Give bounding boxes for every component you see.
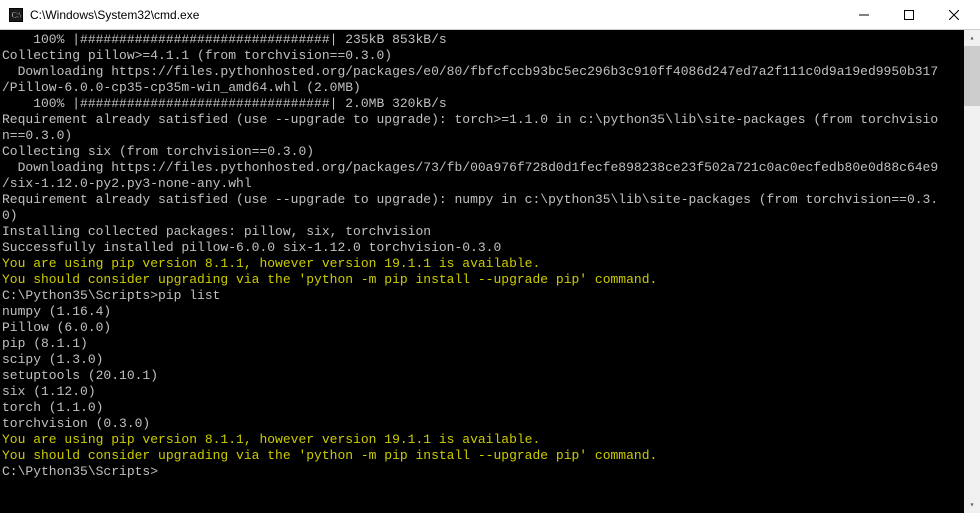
terminal-line: scipy (1.3.0) <box>2 352 964 368</box>
terminal-line: /six-1.12.0-py2.py3-none-any.whl <box>2 176 964 192</box>
vertical-scrollbar[interactable]: ▴ ▾ <box>964 30 980 513</box>
window-controls <box>841 0 976 29</box>
scroll-thumb[interactable] <box>964 46 980 106</box>
terminal-line: You are using pip version 8.1.1, however… <box>2 432 964 448</box>
terminal-line: pip (8.1.1) <box>2 336 964 352</box>
terminal-line: Requirement already satisfied (use --upg… <box>2 112 964 128</box>
close-button[interactable] <box>931 0 976 29</box>
terminal-line: Requirement already satisfied (use --upg… <box>2 192 964 208</box>
terminal-output[interactable]: 100% |################################| … <box>0 30 964 513</box>
terminal-line: Collecting pillow>=4.1.1 (from torchvisi… <box>2 48 964 64</box>
terminal-line: Downloading https://files.pythonhosted.o… <box>2 160 964 176</box>
terminal-line: You are using pip version 8.1.1, however… <box>2 256 964 272</box>
terminal-line: torch (1.1.0) <box>2 400 964 416</box>
terminal-line: torchvision (0.3.0) <box>2 416 964 432</box>
terminal-container: 100% |################################| … <box>0 30 980 513</box>
terminal-line: Installing collected packages: pillow, s… <box>2 224 964 240</box>
cmd-icon: C:\ <box>8 7 24 23</box>
terminal-line: C:\Python35\Scripts> <box>2 464 964 480</box>
terminal-line: Downloading https://files.pythonhosted.o… <box>2 64 964 80</box>
scroll-up-arrow[interactable]: ▴ <box>964 30 980 46</box>
title-bar: C:\ C:\Windows\System32\cmd.exe <box>0 0 980 30</box>
scroll-down-arrow[interactable]: ▾ <box>964 497 980 513</box>
terminal-line: You should consider upgrading via the 'p… <box>2 448 964 464</box>
terminal-line: Pillow (6.0.0) <box>2 320 964 336</box>
terminal-line: Collecting six (from torchvision==0.3.0) <box>2 144 964 160</box>
terminal-line: six (1.12.0) <box>2 384 964 400</box>
terminal-line: 100% |################################| … <box>2 32 964 48</box>
terminal-line: 0) <box>2 208 964 224</box>
terminal-line: C:\Python35\Scripts>pip list <box>2 288 964 304</box>
maximize-button[interactable] <box>886 0 931 29</box>
terminal-line: setuptools (20.10.1) <box>2 368 964 384</box>
window-title: C:\Windows\System32\cmd.exe <box>30 8 841 22</box>
terminal-line: /Pillow-6.0.0-cp35-cp35m-win_amd64.whl (… <box>2 80 964 96</box>
svg-text:C:\: C:\ <box>12 10 22 19</box>
terminal-line: numpy (1.16.4) <box>2 304 964 320</box>
terminal-line: 100% |################################| … <box>2 96 964 112</box>
terminal-line: n==0.3.0) <box>2 128 964 144</box>
terminal-line: Successfully installed pillow-6.0.0 six-… <box>2 240 964 256</box>
minimize-button[interactable] <box>841 0 886 29</box>
terminal-line: You should consider upgrading via the 'p… <box>2 272 964 288</box>
